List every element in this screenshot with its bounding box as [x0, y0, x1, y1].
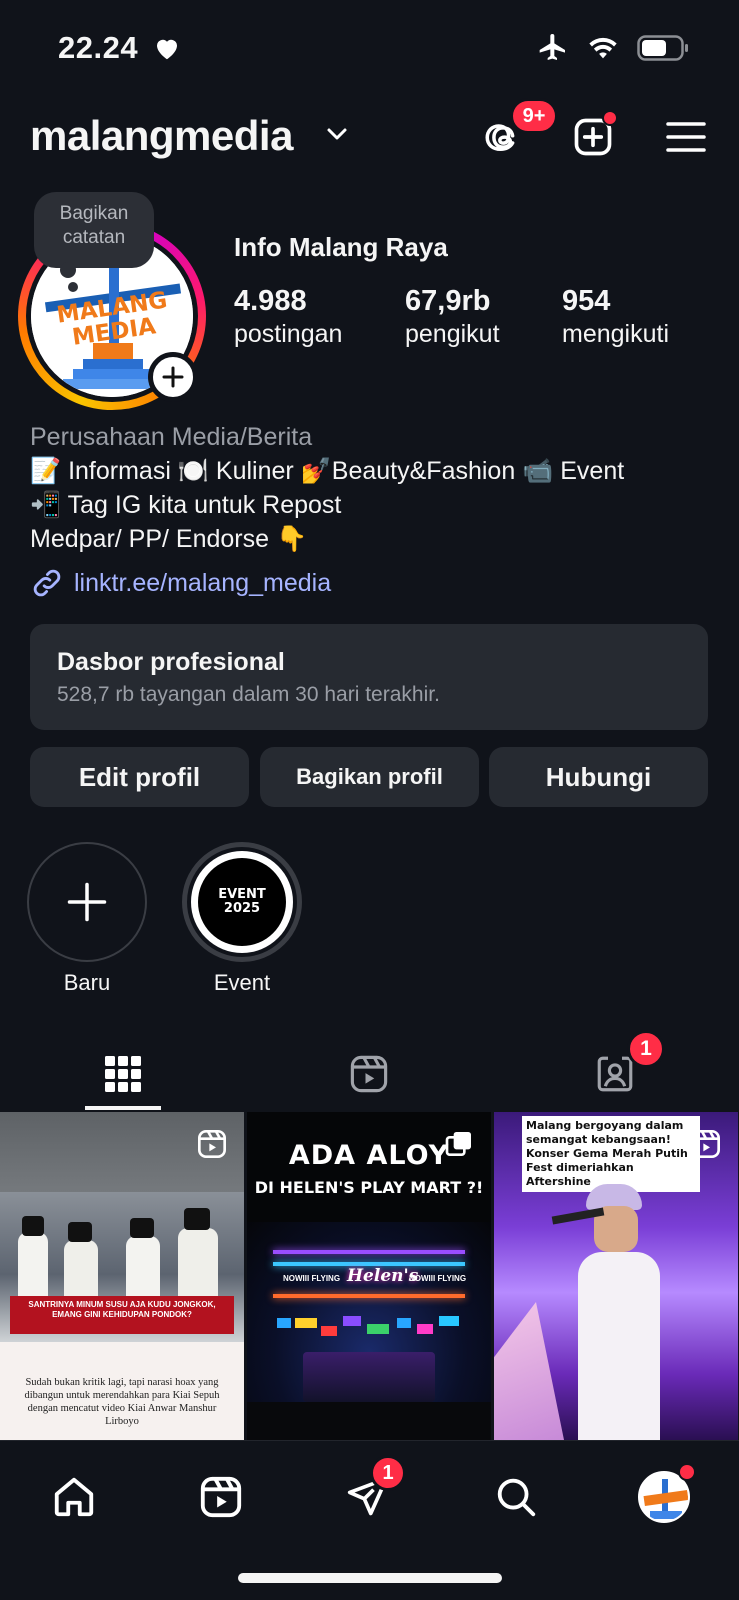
reels-icon [350, 1055, 388, 1093]
status-time: 22.24 [58, 30, 139, 65]
menu-button[interactable] [661, 112, 711, 162]
posts-grid: SANTRINYA MINUM SUSU AJA KUDU JONGKOK, E… [0, 1112, 739, 1440]
profile-header: malangmedia 9+ [0, 98, 739, 174]
stat-following[interactable]: 954 mengikuti [562, 285, 669, 349]
bio-line: 📲 Tag IG kita untuk Repost [30, 491, 342, 519]
stat-following-label: mengikuti [562, 320, 669, 348]
tab-posts-grid[interactable] [63, 1036, 183, 1112]
post-caption-text: Sudah bukan kritik lagi, tapi narasi hoa… [24, 1377, 220, 1427]
share-profile-button[interactable]: Bagikan profil [260, 747, 479, 807]
link-icon [33, 569, 61, 597]
dashboard-subtitle: 528,7 rb tayangan dalam 30 hari terakhir… [57, 683, 440, 706]
bio: Perusahaan Media/Berita 📝 Informasi 🍽️ K… [30, 420, 720, 556]
edit-profile-button[interactable]: Edit profil [30, 747, 249, 807]
stat-following-count: 954 [562, 285, 611, 317]
post-subtitle: DI HELEN'S PLAY MART ?! [254, 1178, 484, 1197]
neon-sign-left: NOWIII FLYING [283, 1274, 341, 1283]
search-icon [497, 1478, 536, 1517]
stat-posts-label: postingan [234, 320, 343, 348]
messages-badge: 1 [370, 1455, 406, 1491]
bio-line: 📝 Informasi 🍽️ Kuliner 💅Beauty&Fashion 📹… [30, 457, 625, 485]
contact-button[interactable]: Hubungi [489, 747, 708, 807]
nav-search[interactable] [486, 1467, 546, 1527]
heart-icon [157, 39, 177, 60]
tab-reels[interactable] [309, 1036, 429, 1112]
highlight-event-label: Event [213, 970, 271, 995]
note-text: Bagikan catatan [59, 203, 129, 248]
post-thumbnail[interactable]: Malang bergoyang dalam semangat kebangsa… [494, 1112, 738, 1440]
professional-dashboard-card[interactable]: Dasbor profesional 528,7 rb tayangan dal… [30, 624, 708, 730]
post-caption-line: Malang bergoyang dalam [526, 1119, 684, 1132]
note-bubble-dot [60, 262, 76, 278]
stat-posts[interactable]: 4.988 postingan [234, 285, 342, 349]
stat-posts-count: 4.988 [234, 285, 307, 317]
event-cover-line2: 2025 [223, 901, 261, 916]
home-icon [54, 1477, 94, 1517]
nav-home[interactable] [44, 1467, 104, 1527]
display-name: Info Malang Raya [234, 232, 448, 262]
bio-link-text: linktr.ee/malang_media [74, 568, 332, 597]
profile-tabs: 1 [0, 1030, 739, 1112]
post-caption-line: Konser Gema Merah Putih [526, 1147, 688, 1160]
highlight-event-circle: EVENT 2025 [182, 842, 302, 962]
dashboard-title: Dasbor profesional [57, 648, 285, 676]
stat-followers[interactable]: 67,9rb pengikut [405, 285, 500, 349]
neon-sign-right: NOWIII FLYING [409, 1274, 467, 1283]
username-switcher[interactable]: malangmedia [30, 112, 293, 160]
status-icons [537, 32, 689, 64]
highlight-new-circle [27, 842, 147, 962]
battery-icon [637, 35, 688, 61]
wifi-icon [589, 37, 617, 59]
plus-icon [162, 366, 184, 388]
bio-link[interactable]: linktr.ee/malang_media [30, 566, 331, 600]
airplane-icon [539, 34, 565, 60]
threads-badge: 9+ [510, 98, 558, 134]
post-thumbnail[interactable]: ADA ALOY DI HELEN'S PLAY MART ?! NOWIII … [247, 1112, 491, 1440]
profile-notification-dot [678, 1463, 696, 1481]
highlight-new-label: Baru [63, 970, 111, 995]
event-cover-line1: EVENT [218, 887, 266, 902]
share-note-bubble[interactable]: Bagikan catatan [34, 192, 154, 268]
profile-category: Perusahaan Media/Berita [30, 423, 313, 451]
post-caption-banner: SANTRINYA MINUM SUSU AJA KUDU JONGKOK, E… [10, 1296, 234, 1334]
reel-indicator-icon [692, 1130, 720, 1158]
reels-icon [200, 1476, 242, 1518]
nav-reels[interactable] [191, 1467, 251, 1527]
post-thumbnail[interactable]: SANTRINYA MINUM SUSU AJA KUDU JONGKOK, E… [0, 1112, 244, 1440]
add-story-button[interactable] [148, 352, 198, 402]
bio-line: Medpar/ PP/ Endorse 👇 [30, 525, 308, 553]
post-caption-line: semangat kebangsaan! [526, 1133, 671, 1146]
plus-icon [67, 882, 107, 922]
tagged-badge: 1 [627, 1030, 665, 1068]
create-notification-dot [602, 110, 618, 126]
carousel-indicator-icon [445, 1132, 471, 1156]
highlight-new[interactable]: Baru [27, 842, 147, 996]
grid-icon [105, 1056, 141, 1092]
reel-indicator-icon [198, 1130, 226, 1158]
chevron-down-icon[interactable] [326, 126, 348, 142]
neon-sign: Helen's [347, 1266, 419, 1286]
active-tab-indicator [85, 1106, 161, 1110]
stat-followers-label: pengikut [405, 320, 500, 348]
home-indicator [238, 1573, 502, 1583]
hamburger-menu-icon [666, 122, 706, 152]
highlight-event[interactable]: EVENT 2025 Event [182, 842, 302, 996]
status-bar: 22.24 [0, 0, 739, 100]
note-bubble-dot-small [68, 282, 78, 292]
stat-followers-count: 67,9rb [405, 285, 491, 317]
